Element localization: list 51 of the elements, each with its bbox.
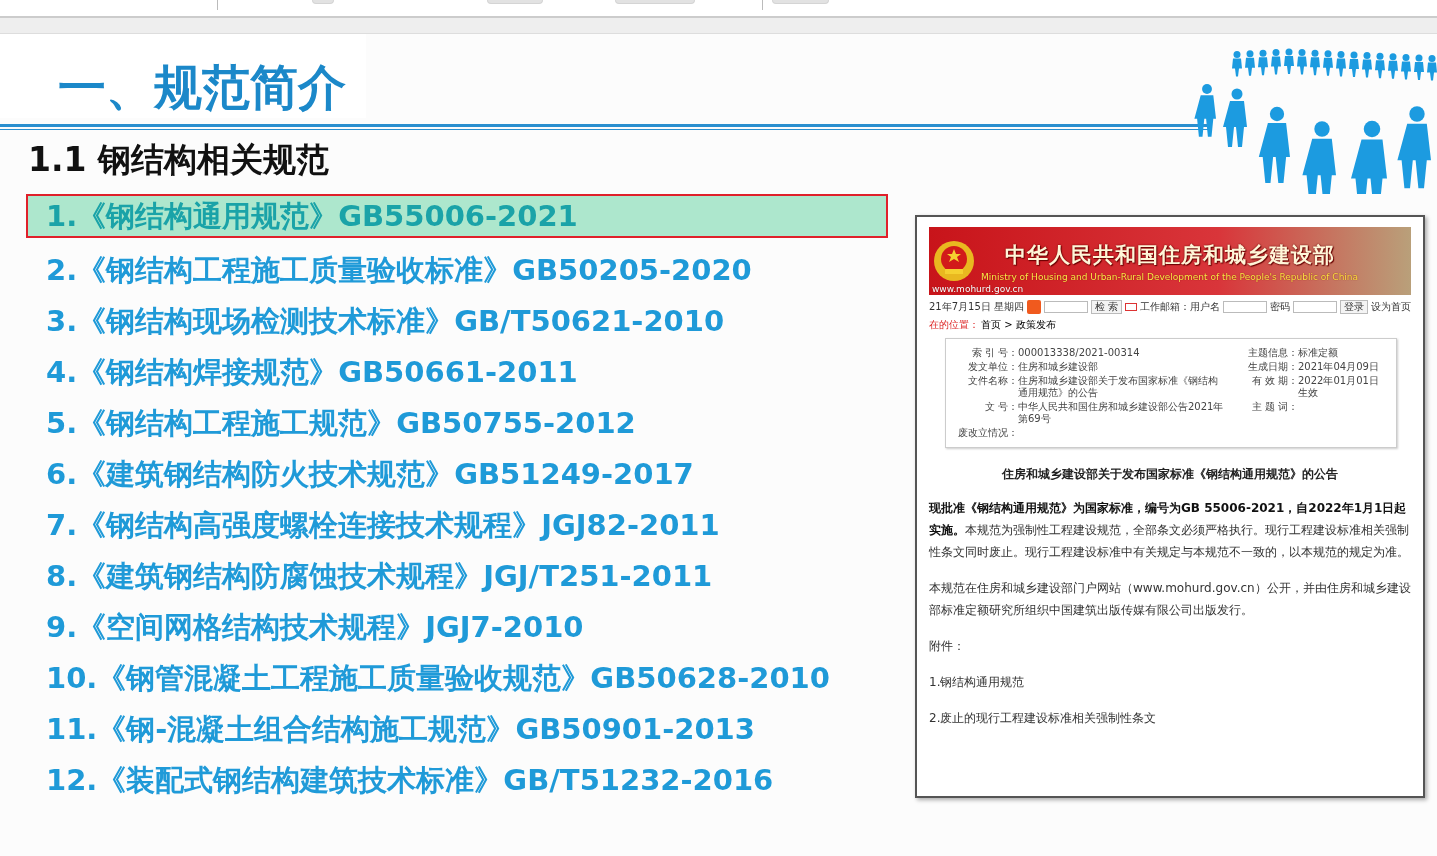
standard-item: 2.《钢结构工程施工质量验收标准》GB50205-2020 [45,252,753,289]
metadata-value: 2021年04月09日 [1298,361,1379,373]
login-button[interactable]: 登录 [1340,300,1368,314]
search-button[interactable]: 检 索 [1090,300,1123,314]
metadata-value: 标准定额 [1298,347,1338,359]
notice-paragraph: 现批准《钢结构通用规范》为国家标准，编号为GB 55006-2021，自2022年1月1日起实施。本规范为强制性工程建设规范，全部条文必须严格执行。现行工程建设标准相关强制性条文同时废止。现行工程建设标准中有关规定与本规范不一致的，以本规范的规定为准。 [929,500,1410,561]
standard-item: 8.《建筑钢结构防腐蚀技术规程》JGJ/T251-2011 [45,558,714,595]
metadata-value: 2022年01月01日生效 [1298,375,1380,399]
search-field[interactable] [1044,301,1088,313]
standard-item: 3.《钢结构现场检测技术标准》GB/T50621-2010 [45,303,726,340]
metadata-value: 住房和城乡建设部关于发布国家标准《钢结构通用规范》的公告 [1018,375,1219,399]
standard-item: 5.《钢结构工程施工规范》GB50755-2012 [45,405,637,442]
standard-item: 9.《空间网格结构技术规程》JGJ7-2010 [45,609,585,646]
standard-item: 10.《钢管混凝土工程施工质量验收规范》GB50628-2010 [45,660,831,697]
breadcrumb-label: 在的位置： [929,318,979,332]
metadata-label: 索 引 号： [970,347,1018,359]
metadata-value: 中华人民共和国住房和城乡建设部公告2021年第69号 [1018,401,1225,425]
username-field[interactable] [1223,301,1268,313]
metadata-label: 文件名称： [967,375,1018,387]
password-field[interactable] [1293,301,1337,313]
standard-item: 1.《钢结构通用规范》GB55006-2021 [26,194,888,238]
attachment-item: 2.废止的现行工程建设标准相关强制性条文 [929,710,1158,727]
metadata-label: 发文单位： [967,361,1018,373]
metadata-value: 住房和城乡建设部 [1018,361,1098,373]
notice-title: 住房和城乡建设部关于发布国家标准《钢结构通用规范》的公告 [1000,466,1339,483]
metadata-label: 主题信息： [1247,347,1298,359]
metadata-label: 生成日期： [1247,361,1298,373]
emblem-icon [933,240,975,282]
date-text: 21年7月15日 星期四 [929,300,1024,314]
site-title: 中华人民共和国住房和城乡建设部 [1004,241,1335,269]
metadata-label: 有 效 期： [1250,375,1298,388]
homepage-link[interactable]: 设为首页 [1371,300,1411,314]
password-label: 密码 [1270,300,1291,314]
section-heading: 1.1 钢结构相关规范 [28,139,329,181]
attachments-label: 附件： [929,638,966,655]
metadata-label: 文 号： [983,401,1018,414]
metadata-label: 废改立情况： [957,427,1018,439]
mail-label: 工作邮箱：用户名 [1140,300,1221,314]
standard-item: 7.《钢结构高强度螺栓连接技术规程》JGJ82-2011 [45,507,721,544]
breadcrumb: 首页 > 政策发布 [981,318,1056,332]
standard-item: 6.《建筑钢结构防火技术规范》GB51249-2017 [45,456,695,493]
standard-item: 4.《钢结构焊接规范》GB50661-2011 [45,354,579,391]
site-subtitle: Ministry of Housing and Urban-Rural Development of the People's Republic of China [981,271,1359,282]
standard-item: 11.《钢-混凝土组合结构施工规范》GB50901-2013 [45,711,756,748]
standard-item: 12.《装配式钢结构建筑技术标准》GB/T51232-2016 [45,762,775,799]
site-url: www.mohurd.gov.cn [932,284,1024,294]
metadata-value: 000013338/2021-00314 [1018,347,1140,359]
attachment-item: 1.钢结构通用规范 [929,674,1026,691]
notice-paragraph: 本规范在住房和城乡建设部门户网站（www.mohurd.gov.cn）公开，并由住房和城乡建设部标准定额研究所组织中国建筑出版传媒有限公司出版发行。 [929,580,1411,619]
metadata-label: 主 题 词： [1250,401,1298,413]
mail-icon [1125,303,1138,311]
